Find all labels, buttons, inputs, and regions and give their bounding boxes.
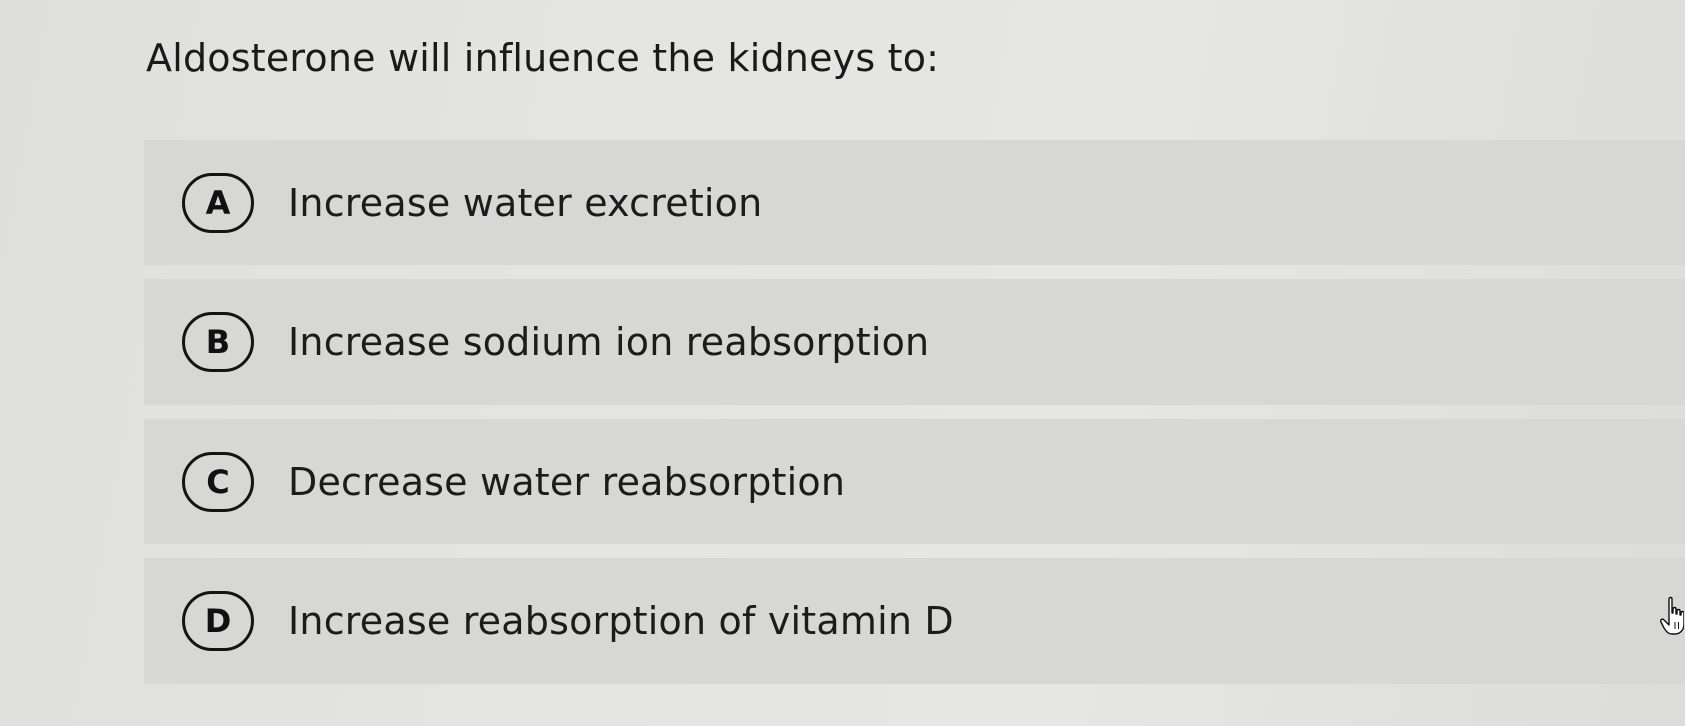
answer-choices: A Increase water excretion B Increase so… [144,140,1685,698]
hand-pointer-icon [1660,596,1684,635]
choice-c[interactable]: C Decrease water reabsorption [144,419,1685,544]
choice-letter-b: B [182,312,254,372]
choice-letter-c: C [182,451,254,512]
choice-d[interactable]: D Increase reabsorption of vitamin D [144,558,1685,684]
choice-letter-a: A [182,172,254,233]
choice-label-a: Increase water excretion [288,180,763,225]
choice-label-c: Decrease water reabsorption [288,459,846,504]
choice-label-b: Increase sodium ion reabsorption [288,320,930,364]
choice-a[interactable]: A Increase water excretion [144,140,1685,265]
choice-letter-d: D [182,591,254,651]
choice-label-d: Increase reabsorption of vitamin D [288,599,954,643]
choice-b[interactable]: B Increase sodium ion reabsorption [144,279,1685,405]
question-text: Aldosterone will influence the kidneys t… [146,36,940,80]
